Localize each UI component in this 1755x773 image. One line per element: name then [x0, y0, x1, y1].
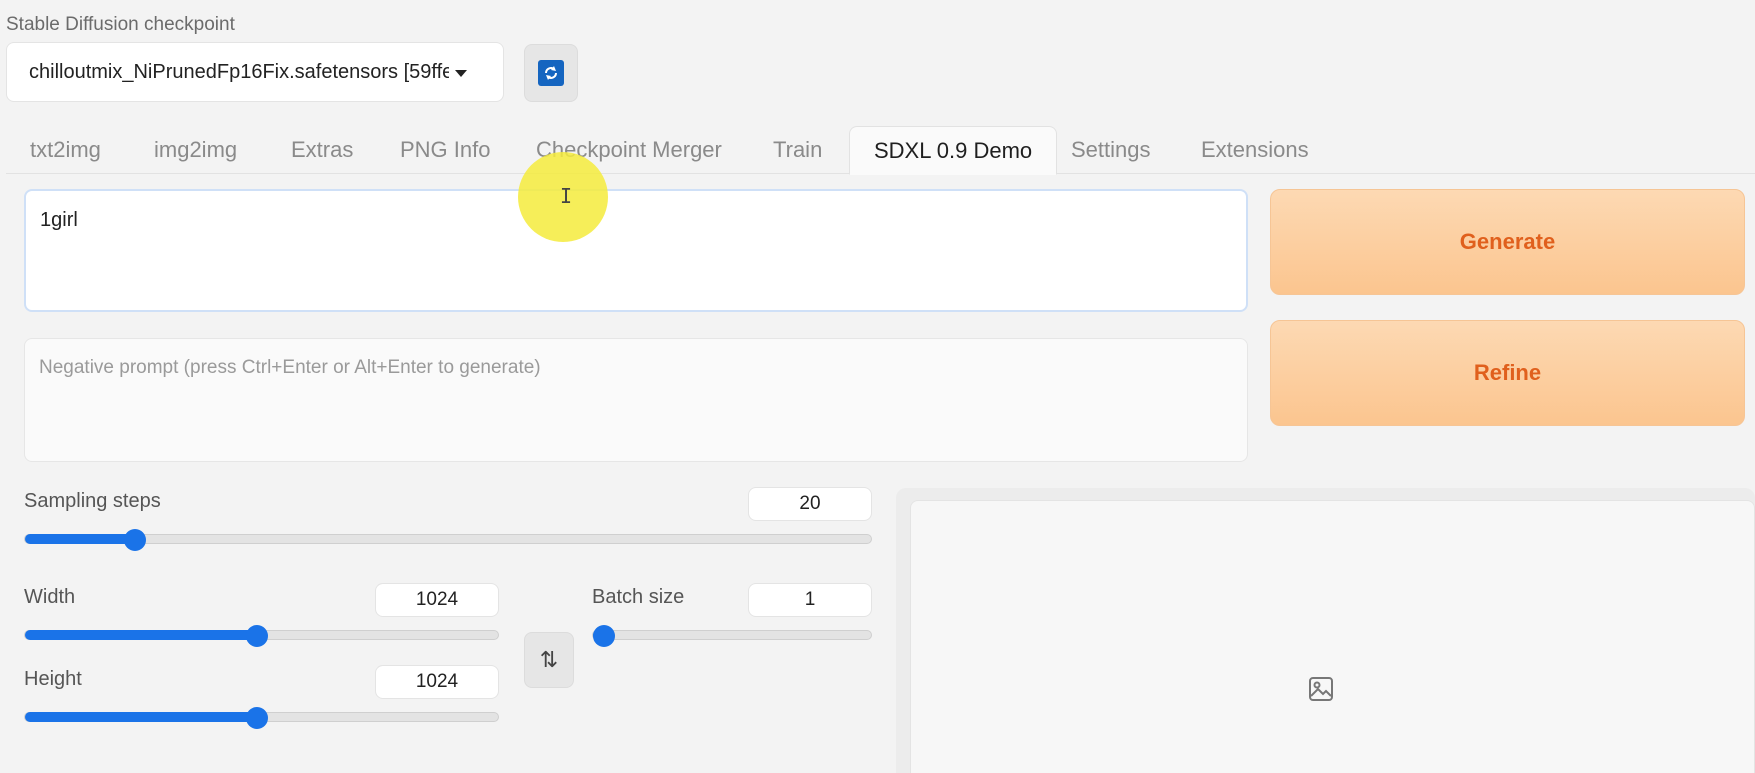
slider-thumb[interactable]: [593, 625, 615, 647]
width-slider[interactable]: [24, 625, 499, 647]
batch-size-slider[interactable]: [592, 625, 872, 647]
tab-txt2img[interactable]: txt2img: [30, 126, 101, 174]
swap-dimensions-button[interactable]: ⇅: [524, 632, 574, 688]
slider-thumb[interactable]: [245, 707, 268, 729]
checkpoint-label: Stable Diffusion checkpoint: [6, 14, 235, 35]
text-cursor-icon: I: [560, 184, 573, 208]
tab-img2img[interactable]: img2img: [154, 126, 237, 174]
generate-button[interactable]: Generate: [1270, 189, 1745, 295]
checkpoint-dropdown[interactable]: chilloutmix_NiPrunedFp16Fix.safetensors …: [6, 42, 504, 102]
width-value[interactable]: 1024: [375, 583, 499, 617]
refresh-checkpoint-button[interactable]: [524, 44, 578, 102]
tab-settings[interactable]: Settings: [1071, 126, 1151, 174]
swap-icon: ⇅: [539, 647, 559, 672]
prompt-input[interactable]: 1girl: [24, 189, 1248, 312]
slider-thumb[interactable]: [245, 625, 268, 647]
tab-sdxl-demo[interactable]: SDXL 0.9 Demo: [849, 126, 1058, 175]
slider-fill: [25, 712, 257, 722]
sampling-steps-slider[interactable]: [24, 529, 872, 551]
refine-button[interactable]: Refine: [1270, 320, 1745, 426]
sampling-steps-label: Sampling steps: [24, 490, 161, 512]
batch-size-value[interactable]: 1: [748, 583, 872, 617]
height-value[interactable]: 1024: [375, 665, 499, 699]
sampling-steps-value[interactable]: 20: [748, 487, 872, 521]
batch-size-label: Batch size: [592, 586, 685, 608]
tab-extras[interactable]: Extras: [291, 126, 353, 174]
refresh-icon: [538, 60, 564, 86]
output-image-area: [910, 500, 1755, 773]
width-label: Width: [24, 586, 76, 608]
tab-png-info[interactable]: PNG Info: [400, 126, 490, 174]
height-label: Height: [24, 668, 82, 690]
chevron-down-icon: [455, 70, 467, 77]
slider-fill: [25, 534, 135, 544]
slider-fill: [25, 630, 257, 640]
tab-train[interactable]: Train: [773, 126, 822, 174]
negative-prompt-input[interactable]: Negative prompt (press Ctrl+Enter or Alt…: [24, 338, 1248, 462]
checkpoint-value: chilloutmix_NiPrunedFp16Fix.safetensors …: [29, 60, 449, 83]
slider-thumb[interactable]: [123, 529, 146, 551]
tab-extensions[interactable]: Extensions: [1201, 126, 1309, 174]
height-slider[interactable]: [24, 707, 499, 729]
image-icon: [1308, 676, 1334, 702]
